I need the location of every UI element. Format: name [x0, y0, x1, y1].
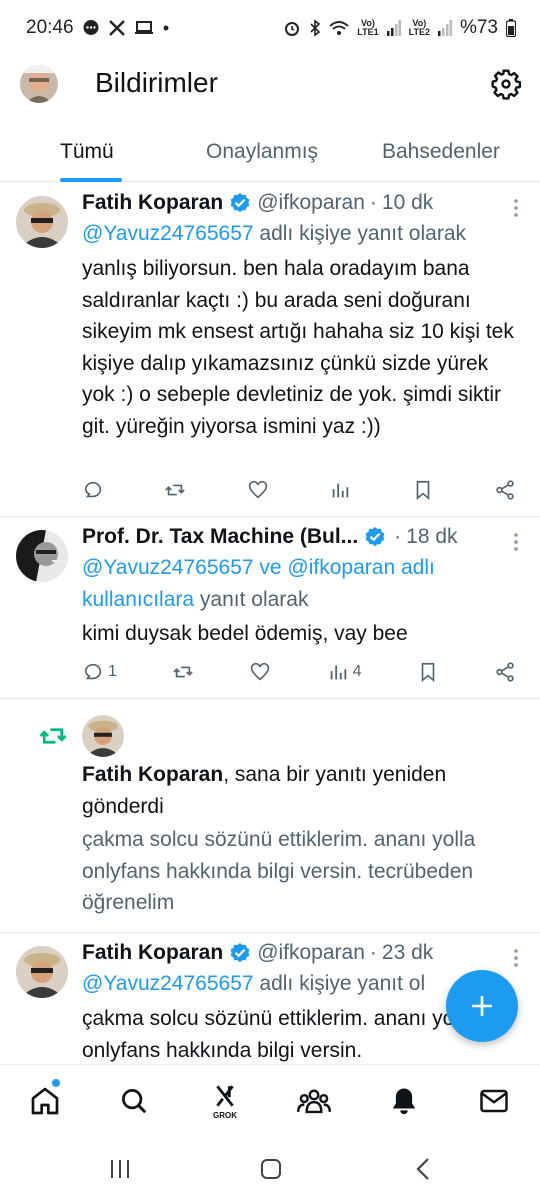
author-name[interactable]: Prof. Dr. Tax Machine (Bul... — [82, 525, 358, 549]
tweet-avatar[interactable] — [16, 946, 68, 998]
views-icon[interactable] — [329, 479, 351, 501]
author-handle[interactable]: @ifkoparan — [257, 941, 365, 965]
bluetooth-icon — [309, 19, 321, 37]
separator-dot: · — [394, 525, 402, 548]
tweet-header: Fatih Koparan @ifkoparan · 23 dk — [82, 941, 500, 965]
views-icon — [330, 665, 346, 680]
laptop-icon — [134, 20, 154, 36]
share-icon[interactable] — [494, 661, 516, 683]
tweet-text: kimi duysak bedel ödemiş, vay bee — [82, 622, 408, 645]
tweet-time[interactable]: 23 dk — [382, 941, 433, 965]
like-icon[interactable] — [249, 661, 271, 683]
reply-button[interactable]: 1 — [82, 661, 117, 683]
battery-icon — [506, 19, 516, 37]
author-name[interactable]: Fatih Koparan — [82, 763, 223, 786]
separator-dot: · — [369, 191, 377, 214]
x-logo-icon — [108, 19, 126, 37]
reply-icon[interactable] — [82, 479, 104, 501]
battery-percent: %73 — [459, 17, 498, 38]
bottom-navigation: GROK — [0, 1064, 540, 1136]
retweet-icon[interactable] — [164, 479, 186, 501]
messages-icon[interactable] — [476, 1083, 512, 1119]
retweet-notification[interactable]: Fatih Koparan, sana bir yanıtı yeniden g… — [0, 699, 540, 933]
more-options-icon[interactable] — [512, 197, 520, 219]
home-button-icon[interactable] — [256, 1156, 286, 1182]
tab-bar: Tümü Onaylanmış Bahsedenler — [0, 126, 540, 182]
compose-button[interactable] — [446, 970, 518, 1042]
profile-avatar[interactable] — [20, 65, 58, 103]
tweet-time[interactable]: 10 dk — [382, 191, 433, 215]
signal-icon — [386, 20, 401, 36]
search-icon[interactable] — [116, 1083, 152, 1119]
alarm-icon — [283, 19, 301, 37]
tab-all[interactable]: Tümü — [60, 140, 114, 164]
status-bar: 20:46 Vo) LTE1 Vo) LTE2 %73 — [0, 0, 540, 56]
retweet-icon[interactable] — [172, 661, 194, 683]
settings-gear-icon[interactable] — [490, 68, 522, 100]
notification-text: Fatih Koparan, sana bir yanıtı yeniden g… — [82, 763, 447, 818]
author-name[interactable]: Fatih Koparan — [82, 191, 223, 215]
tweet-item[interactable]: Fatih Koparan @ifkoparan · 10 dk @Yavuz2… — [0, 183, 540, 517]
more-options-icon[interactable] — [512, 531, 520, 553]
author-handle[interactable]: @ifkoparan — [257, 191, 365, 215]
tweet-avatar[interactable] — [16, 530, 68, 582]
separator-dot: · — [369, 941, 377, 964]
notification-avatar[interactable] — [82, 715, 124, 757]
system-navigation-bar — [0, 1136, 540, 1200]
tweet-item[interactable]: Prof. Dr. Tax Machine (Bul... · 18 dk @Y… — [0, 517, 540, 699]
reply-context: @Yavuz24765657 adlı kişiye yanıt olarak — [82, 222, 466, 245]
more-options-icon[interactable] — [512, 947, 520, 969]
bookmark-icon[interactable] — [417, 661, 439, 683]
retweeted-text: çakma solcu sözünü ettiklerim. ananı yol… — [82, 828, 476, 914]
mention-link[interactable]: @Yavuz24765657 — [82, 556, 254, 579]
wifi-icon — [329, 20, 349, 36]
tweet-actions: 1 4 — [82, 659, 516, 685]
views-button[interactable]: 4 — [327, 661, 362, 683]
mention-link[interactable]: @Yavuz24765657 — [82, 972, 254, 995]
chat-bubble-icon — [82, 19, 100, 37]
reply-icon — [84, 663, 102, 680]
active-tab-indicator — [60, 178, 122, 182]
author-name[interactable]: Fatih Koparan — [82, 941, 223, 965]
home-icon[interactable] — [27, 1083, 63, 1119]
app-header: Bildirimler — [0, 56, 540, 112]
tweet-text: yanlış biliyorsun. ben hala oradayım ban… — [82, 257, 514, 438]
share-icon[interactable] — [494, 479, 516, 501]
tweet-header: Prof. Dr. Tax Machine (Bul... · 18 dk — [82, 525, 500, 549]
signal-icon — [437, 20, 452, 36]
like-icon[interactable] — [247, 479, 269, 501]
home-unread-dot — [52, 1079, 60, 1087]
reply-context: @Yavuz24765657 ve @ifkoparan adlı kullan… — [82, 556, 435, 611]
tab-verified[interactable]: Onaylanmış — [206, 140, 318, 164]
recent-apps-icon[interactable] — [105, 1156, 135, 1182]
status-time: 20:46 — [26, 17, 74, 38]
communities-icon[interactable] — [296, 1083, 332, 1119]
tweet-avatar[interactable] — [16, 196, 68, 248]
tweet-actions — [82, 477, 516, 503]
sim1-label: Vo) LTE1 — [357, 18, 379, 37]
tab-mentions[interactable]: Bahsedenler — [382, 140, 500, 164]
tweet-header: Fatih Koparan @ifkoparan · 10 dk — [82, 191, 500, 215]
mention-link[interactable]: @Yavuz24765657 — [82, 222, 254, 245]
notifications-icon[interactable] — [386, 1083, 422, 1119]
sim2-label: Vo) LTE2 — [408, 18, 430, 37]
reply-count: 1 — [108, 663, 117, 680]
plus-icon — [472, 996, 492, 1016]
bookmark-icon[interactable] — [412, 479, 434, 501]
retweet-notification-icon — [38, 721, 68, 751]
verified-badge-icon — [229, 942, 251, 964]
verified-badge-icon — [229, 192, 251, 214]
tweet-time[interactable]: 18 dk — [406, 525, 457, 549]
views-count: 4 — [352, 663, 362, 680]
verified-badge-icon — [364, 526, 386, 548]
page-title: Bildirimler — [95, 67, 218, 98]
dot-icon — [162, 24, 170, 32]
grok-label: GROK — [213, 1111, 237, 1120]
back-icon[interactable] — [408, 1156, 438, 1182]
notifications-feed: Fatih Koparan @ifkoparan · 10 dk @Yavuz2… — [0, 183, 540, 1063]
grok-icon[interactable]: GROK — [207, 1083, 243, 1120]
